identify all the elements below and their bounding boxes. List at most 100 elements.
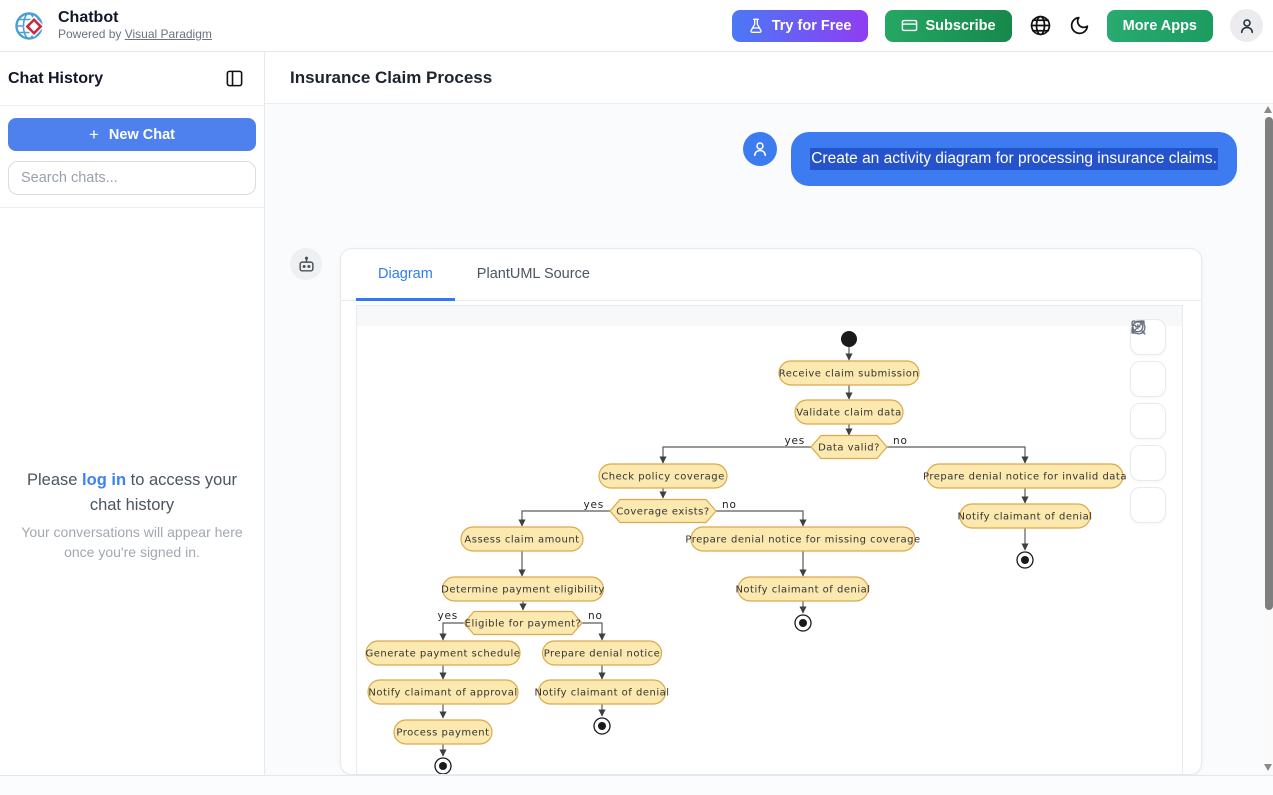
node-label: Assess claim amount: [464, 535, 579, 546]
flow-edge: [887, 447, 1025, 463]
visual-paradigm-logo-icon: [12, 8, 48, 44]
more-apps-label: More Apps: [1123, 18, 1197, 34]
new-chat-button[interactable]: + New Chat: [8, 118, 256, 151]
try-for-free-button[interactable]: Try for Free: [732, 10, 868, 42]
activity-node: Receive claim submission: [779, 361, 920, 385]
robot-icon: [297, 255, 316, 274]
reset-view-button[interactable]: [1130, 403, 1166, 439]
page-title: Insurance Claim Process: [290, 68, 492, 88]
activity-node: Notify claimant of approval: [368, 680, 518, 704]
end-node: [795, 615, 811, 631]
app-title: Chatbot: [58, 9, 212, 27]
end-node: [1017, 552, 1033, 568]
user-icon: [1238, 17, 1256, 35]
user-icon: [751, 140, 769, 158]
node-label: Notify claimant of approval: [368, 688, 517, 699]
activity-node: Prepare denial notice for missing covera…: [685, 527, 920, 551]
activity-node: Prepare denial notice for invalid data: [923, 464, 1127, 488]
flask-icon: [748, 18, 764, 34]
flow-edge: [443, 623, 464, 640]
fit-view-button[interactable]: [1130, 445, 1166, 481]
bot-message-row: Diagram PlantUML Source yesnoyesnoyesnoR…: [290, 248, 1273, 775]
dark-mode-toggle[interactable]: [1069, 15, 1090, 36]
activity-node: Validate claim data: [795, 400, 903, 424]
fullscreen-icon: [1130, 319, 1146, 335]
flow-edge: [663, 447, 811, 463]
edge-label: no: [588, 610, 603, 622]
tab-plantuml-source[interactable]: PlantUML Source: [455, 249, 612, 301]
node-label: Notify claimant of denial: [534, 688, 669, 699]
node-label: Notify claimant of denial: [735, 585, 870, 596]
new-chat-label: New Chat: [109, 127, 175, 143]
decision-node: Eligible for payment?: [464, 612, 582, 635]
node-label: Coverage exists?: [616, 507, 709, 518]
more-apps-button[interactable]: More Apps: [1107, 10, 1213, 42]
start-node: [841, 331, 857, 347]
node-label: Data valid?: [818, 443, 880, 454]
chat-scroll-area[interactable]: Create an activity diagram for processin…: [265, 104, 1273, 775]
chat-scrollbar[interactable]: [1264, 104, 1273, 775]
user-message-avatar: [743, 132, 777, 166]
powered-by: Powered by Visual Paradigm: [58, 28, 212, 42]
login-prompt: Please log in to access your chat histor…: [0, 208, 264, 562]
chat-main: Insurance Claim Process Create an activi…: [265, 52, 1273, 775]
node-label: Prepare denial notice for missing covera…: [685, 535, 920, 546]
moon-icon: [1069, 15, 1090, 36]
sidebar-title: Chat History: [8, 70, 103, 88]
activity-node: Determine payment eligibility: [441, 577, 605, 601]
globe-icon: [1029, 14, 1052, 37]
tab-diagram[interactable]: Diagram: [356, 249, 455, 301]
node-label: Eligible for payment?: [465, 619, 582, 630]
user-message-bubble: Create an activity diagram for processin…: [791, 132, 1237, 186]
node-label: Prepare denial notice for invalid data: [923, 472, 1127, 483]
login-prompt-subtext: Your conversations will appear here once…: [16, 522, 248, 563]
activity-node: Prepare denial notice: [543, 641, 662, 665]
activity-node: Notify claimant of denial: [534, 680, 669, 704]
node-label: Validate claim data: [796, 408, 902, 419]
flow-edge: [716, 511, 803, 526]
panel-tabs: Diagram PlantUML Source: [341, 249, 1201, 301]
log-in-link[interactable]: log in: [82, 471, 126, 489]
activity-node: Check policy coverage: [599, 464, 727, 488]
activity-node: Assess claim amount: [461, 527, 583, 551]
visual-paradigm-link[interactable]: Visual Paradigm: [125, 27, 212, 41]
node-label: Notify claimant of denial: [957, 512, 1092, 523]
decision-node: Data valid?: [811, 436, 887, 459]
bot-avatar: [290, 248, 322, 280]
node-label: Determine payment eligibility: [441, 585, 605, 596]
search-chats-input[interactable]: [8, 161, 256, 195]
activity-node: Process payment: [394, 720, 492, 744]
canvas-controls: [1130, 319, 1166, 523]
subscribe-label: Subscribe: [926, 18, 996, 34]
diagram-canvas[interactable]: yesnoyesnoyesnoReceive claim submissionV…: [356, 305, 1183, 775]
scroll-up-arrow-icon[interactable]: [1264, 106, 1272, 113]
activity-node: Notify claimant of denial: [735, 577, 870, 601]
try-for-free-label: Try for Free: [772, 18, 852, 34]
activity-diagram: yesnoyesnoyesnoReceive claim submissionV…: [357, 306, 1185, 775]
edge-label: yes: [784, 435, 805, 447]
subscribe-button[interactable]: Subscribe: [885, 10, 1012, 42]
node-label: Receive claim submission: [779, 369, 920, 380]
decision-node: Coverage exists?: [610, 500, 716, 523]
zoom-out-button[interactable]: [1130, 361, 1166, 397]
profile-avatar-button[interactable]: [1230, 9, 1263, 42]
scroll-down-arrow-icon[interactable]: [1264, 764, 1272, 771]
edge-label: yes: [437, 610, 458, 622]
node-label: Check policy coverage: [601, 472, 724, 483]
edge-label: yes: [583, 499, 604, 511]
node-label: Process payment: [396, 728, 489, 739]
collapse-sidebar-button[interactable]: [225, 69, 244, 88]
fullscreen-button[interactable]: [1130, 487, 1166, 523]
brand: Chatbot Powered by Visual Paradigm: [12, 8, 212, 44]
plus-icon: +: [89, 125, 99, 145]
edge-label: no: [893, 435, 908, 447]
node-label: Generate payment schedule: [366, 649, 521, 660]
scrollbar-thumb[interactable]: [1265, 117, 1273, 610]
end-node: [435, 758, 451, 774]
activity-node: Generate payment schedule: [366, 641, 521, 665]
language-globe-button[interactable]: [1029, 14, 1052, 37]
panel-left-icon: [225, 69, 244, 88]
user-message-row: Create an activity diagram for processin…: [265, 132, 1237, 186]
credit-card-icon: [901, 17, 918, 34]
app-window: Chatbot Powered by Visual Paradigm Try f…: [0, 0, 1273, 795]
